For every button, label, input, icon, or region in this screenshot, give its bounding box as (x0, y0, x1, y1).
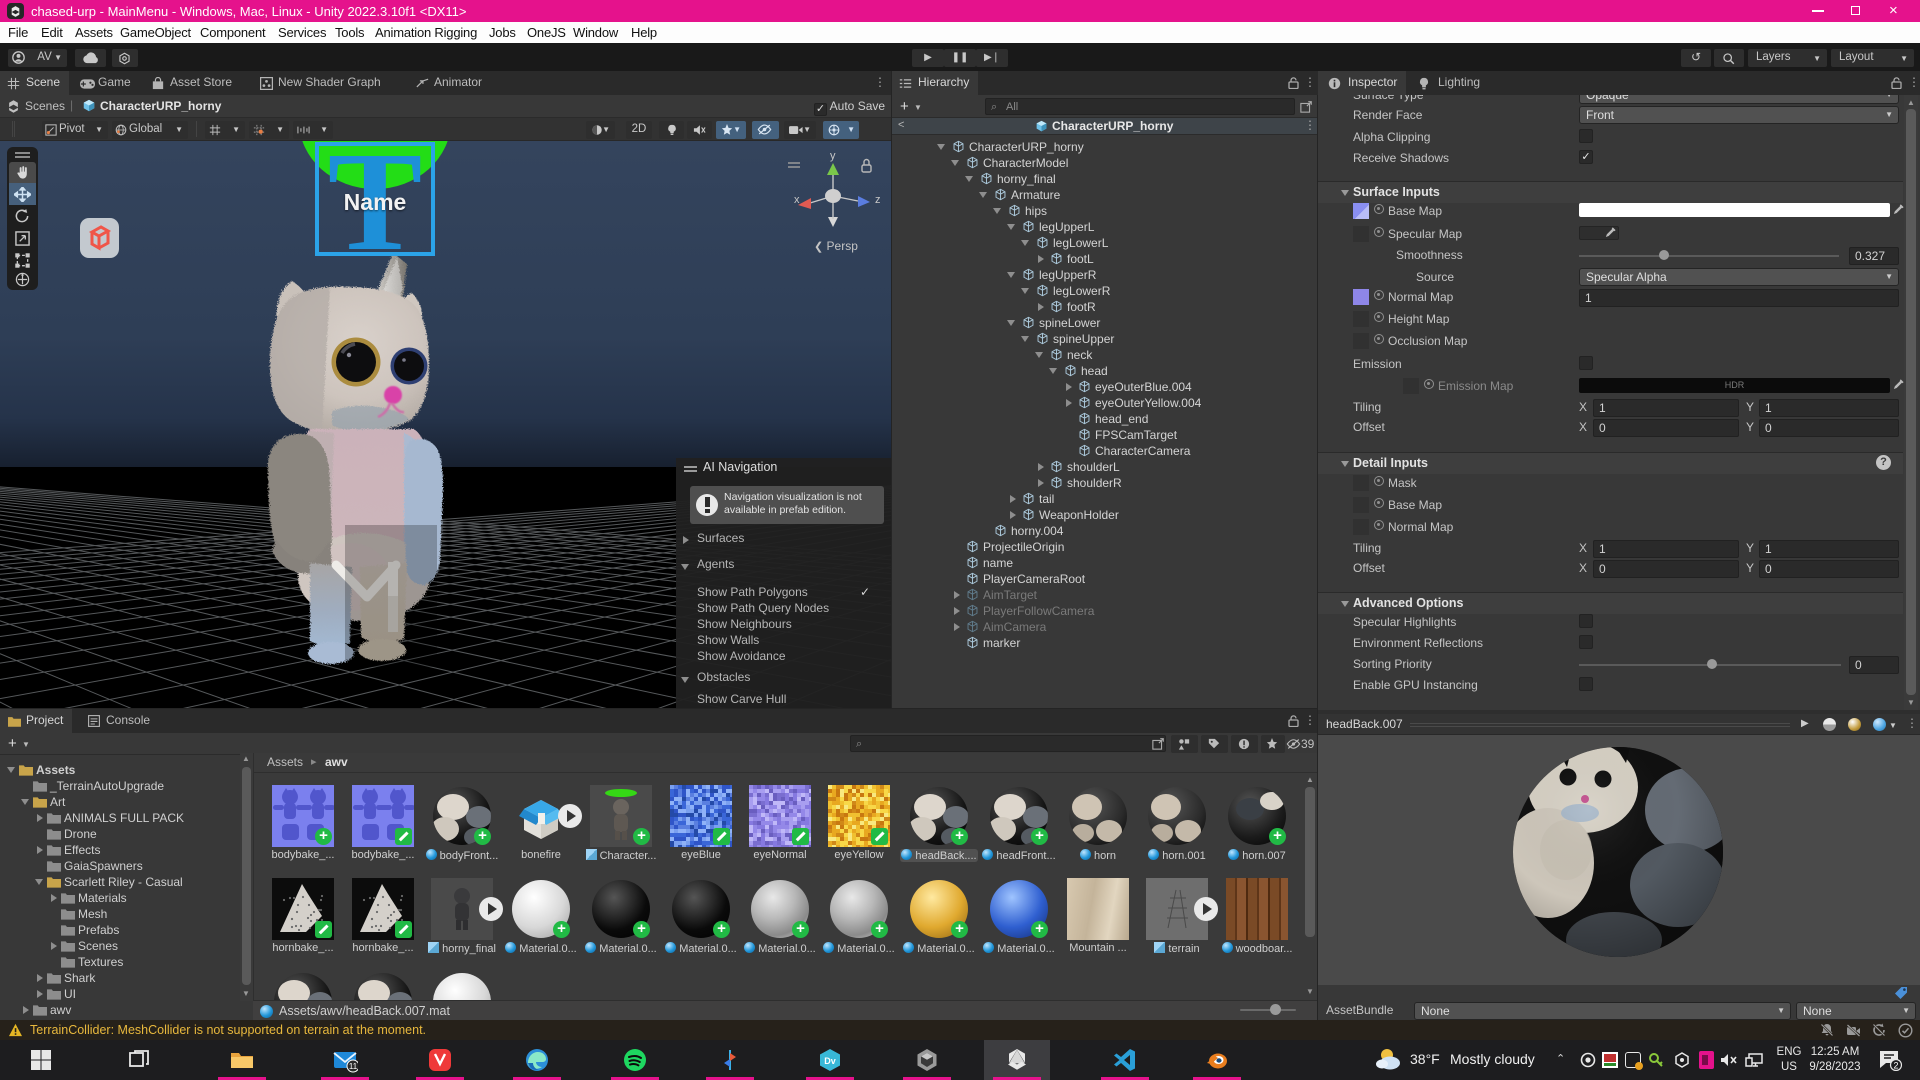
svg-text:z: z (875, 194, 881, 206)
svg-text:11: 11 (349, 1062, 358, 1071)
svg-text:2: 2 (1893, 1061, 1898, 1071)
svg-text:y: y (830, 151, 836, 162)
svg-text:x: x (794, 194, 800, 206)
svg-text:Dv: Dv (824, 1056, 836, 1066)
